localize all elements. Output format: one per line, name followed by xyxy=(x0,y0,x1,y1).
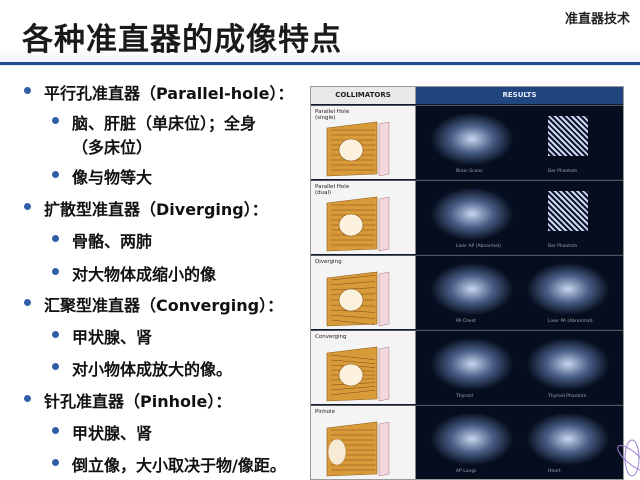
bullet-dot-icon xyxy=(52,459,59,466)
collimator-panel: Parallel Hole (single) xyxy=(311,106,416,179)
sub-bullet-item: 倒立像，大小取决于物/像距。 xyxy=(52,452,286,476)
bullet-dot-icon xyxy=(52,331,59,338)
scan-image xyxy=(548,191,588,231)
result-caption: Liver PA (Abnormal) xyxy=(548,319,593,324)
collimator-diagram-icon xyxy=(326,121,390,177)
scan-image xyxy=(526,337,610,391)
bullet-continuation: （多床位） xyxy=(72,138,153,157)
bullet-item: 扩散型准直器（Diverging）： xyxy=(24,196,268,220)
bullet-dot-icon xyxy=(52,117,59,124)
bullet-text: 对大物体成缩小的像 xyxy=(72,265,217,284)
result-caption: Thyroid xyxy=(456,394,473,399)
collimator-label: Pinhole xyxy=(315,409,335,415)
sub-bullet-item: 甲状腺、肾 xyxy=(52,420,152,444)
figure-header-results: RESULTS xyxy=(416,87,623,104)
bullet-text: 甲状腺、肾 xyxy=(72,328,153,347)
result-caption: Thyroid Phantom xyxy=(548,394,587,399)
figure-row: Diverging PA Chest Liver PA (Abnormal) xyxy=(311,255,623,329)
bullet-dot-icon xyxy=(52,235,59,242)
result-caption: PA Chest xyxy=(456,319,476,324)
collimator-diagram-icon xyxy=(326,346,390,402)
sub-bullet-item: 像与物等大 xyxy=(52,164,152,188)
title-rule xyxy=(0,62,640,65)
scan-image xyxy=(548,116,588,156)
collimator-diagram-icon xyxy=(326,421,390,477)
bullet-text: 像与物等大 xyxy=(72,168,153,187)
bullet-item: 针孔准直器（Pinhole）： xyxy=(24,388,231,412)
figure-header-collimators: COLLIMATORS xyxy=(311,87,416,104)
figure-row: Parallel Hole (dual) Liver AP (Abnormal) B… xyxy=(311,180,623,254)
decorative-atom-icon xyxy=(617,439,640,477)
result-caption: Liver AP (Abnormal) xyxy=(456,244,501,249)
figure-row: Pinhole AP Lungs Heart xyxy=(311,405,623,479)
bullet-dot-icon xyxy=(52,268,59,275)
bullet-text: 扩散型准直器（Diverging）： xyxy=(44,200,268,219)
bullet-text: 汇聚型准直器（Converging）： xyxy=(44,296,284,315)
bullet-dot-icon xyxy=(52,363,59,370)
bullet-text: 平行孔准直器（Parallel-hole）： xyxy=(44,84,294,103)
figure-row: Parallel Hole (single) Brain Scans Bar Pha… xyxy=(311,105,623,179)
result-panel: AP Lungs Heart xyxy=(416,406,623,479)
bullet-text: 倒立像，大小取决于物/像距。 xyxy=(72,456,286,475)
result-caption: AP Lungs xyxy=(456,469,477,474)
collimator-label: Diverging xyxy=(315,259,342,265)
scan-image xyxy=(430,112,514,166)
collimator-diagram-icon xyxy=(326,196,390,252)
bullet-text: 骨骼、两肺 xyxy=(72,232,153,251)
scan-image xyxy=(526,262,610,316)
collimator-panel: Converging xyxy=(311,331,416,404)
bullet-item: 汇聚型准直器（Converging）： xyxy=(24,292,283,316)
result-caption: Brain Scans xyxy=(456,169,483,174)
result-panel: Thyroid Thyroid Phantom xyxy=(416,331,623,404)
result-panel: Liver AP (Abnormal) Bar Phantom xyxy=(416,181,623,254)
sub-bullet-item: 对小物体成放大的像。 xyxy=(52,356,232,380)
result-caption: Heart xyxy=(548,469,561,474)
collimator-figure: COLLIMATORS RESULTS Parallel Hole (singl… xyxy=(310,86,624,480)
bullet-dot-icon xyxy=(24,395,31,402)
figure-row: Converging Thyroid Thyroid Phantom xyxy=(311,330,623,404)
sub-bullet-item: 对大物体成缩小的像 xyxy=(52,261,216,285)
bullet-dot-icon xyxy=(24,87,31,94)
sub-bullet-item: 骨骼、两肺 xyxy=(52,228,152,252)
result-panel: Brain Scans Bar Phantom xyxy=(416,106,623,179)
bullet-dot-icon xyxy=(24,299,31,306)
sub-bullet-item: 脑、肝脏（单床位）；全身 xyxy=(52,110,256,134)
title-bar: 各种准直器的成像特点 准直器技术 xyxy=(0,0,640,66)
scan-image xyxy=(430,262,514,316)
bullet-text: 脑、肝脏（单床位）；全身 xyxy=(72,114,257,133)
bullet-text: 针孔准直器（Pinhole）： xyxy=(44,392,232,411)
bullet-item: 平行孔准直器（Parallel-hole）： xyxy=(24,80,293,104)
result-panel: PA Chest Liver PA (Abnormal) xyxy=(416,256,623,329)
collimator-panel: Parallel Hole (dual) xyxy=(311,181,416,254)
bullet-dot-icon xyxy=(52,171,59,178)
scan-image xyxy=(430,187,514,241)
sub-bullet-item: 甲状腺、肾 xyxy=(52,324,152,348)
scan-image xyxy=(526,412,610,466)
collimator-panel: Pinhole xyxy=(311,406,416,479)
bullet-text: 对小物体成放大的像。 xyxy=(72,360,233,379)
result-caption: Bar Phantom xyxy=(548,244,578,249)
scan-image xyxy=(430,337,514,391)
bullet-dot-icon xyxy=(24,203,31,210)
collimator-panel: Diverging xyxy=(311,256,416,329)
bullet-text: 甲状腺、肾 xyxy=(72,424,153,443)
collimator-label: Converging xyxy=(315,334,347,340)
page-title: 各种准直器的成像特点 xyxy=(22,22,342,58)
brand-label: 准直器技术 xyxy=(564,12,630,27)
result-caption: Bar Phantom xyxy=(548,169,578,174)
bullet-dot-icon xyxy=(52,427,59,434)
collimator-diagram-icon xyxy=(326,271,390,327)
scan-image xyxy=(430,412,514,466)
